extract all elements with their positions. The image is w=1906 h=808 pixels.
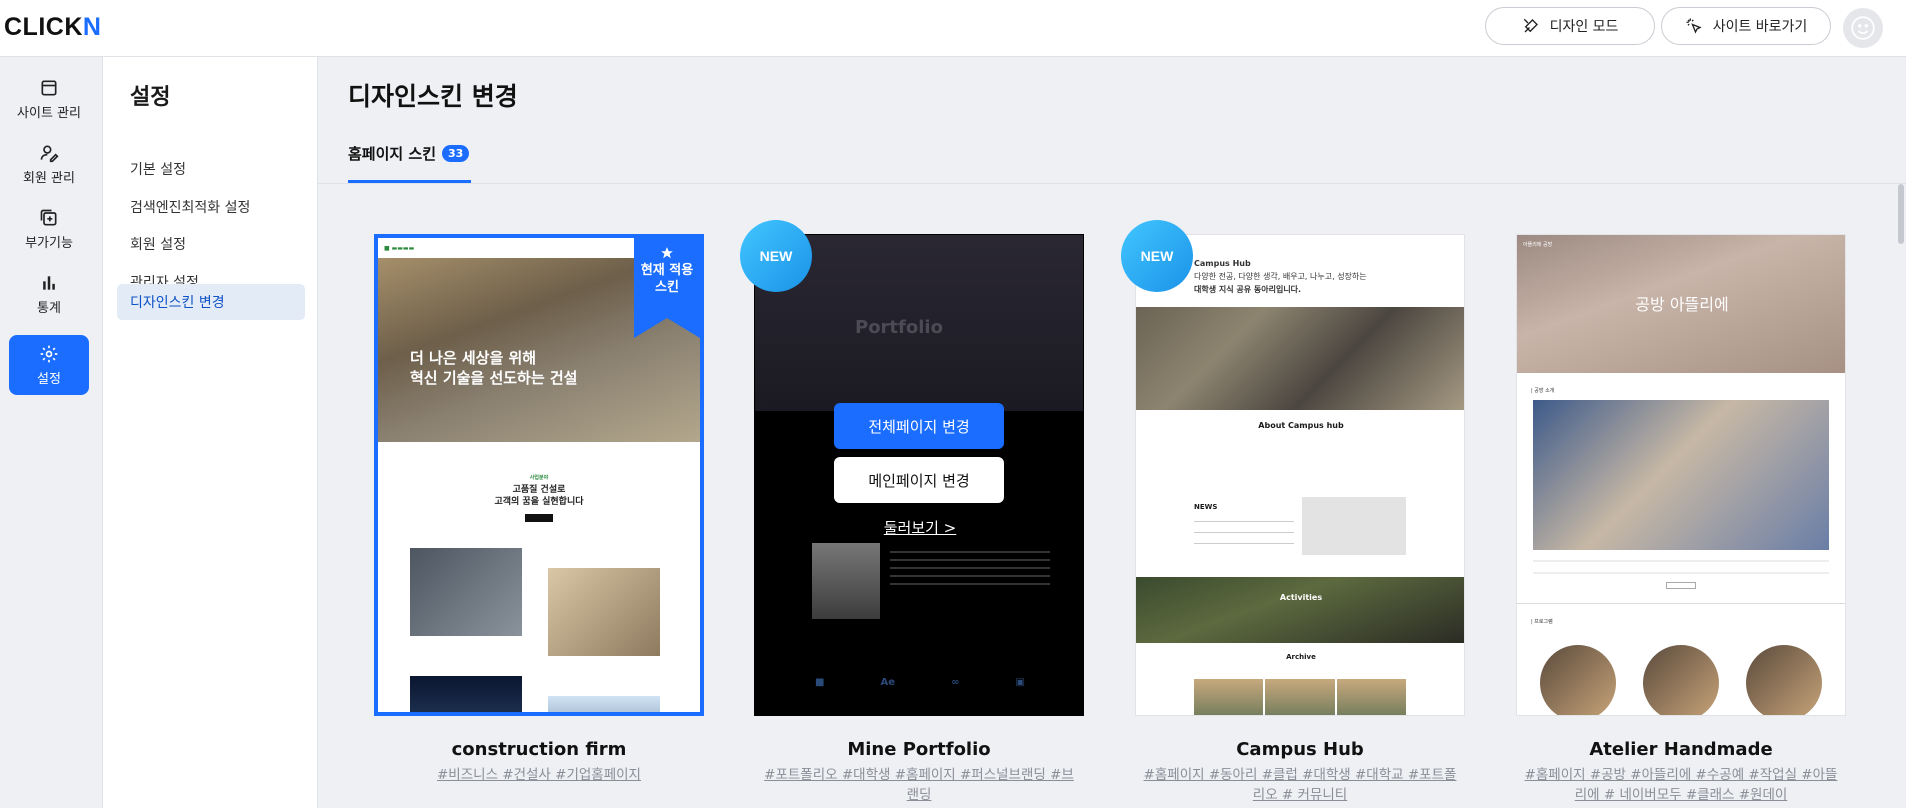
star-icon xyxy=(661,247,673,259)
preview-program-label: | 프로그램 xyxy=(1531,619,1553,625)
rail-item-settings[interactable]: 설정 xyxy=(9,335,89,395)
new-badge: NEW xyxy=(740,220,812,292)
preview-text-lines xyxy=(890,551,1050,591)
skin-card-construction[interactable]: 현재 적용 스킨 ■ ▬▬▬▬ 더 나은 세상을 위해 혁신 기술을 선도하는 … xyxy=(374,234,704,785)
skin-card-campus-hub[interactable]: NEW ◆ ▬▬ ▬ ▬ ▬ ▬ Campus Hub 다양한 전공, 다양한 … xyxy=(1121,220,1465,805)
preview-blueprint-image xyxy=(548,568,660,656)
submenu-item-basic-settings[interactable]: 기본 설정 xyxy=(117,151,305,187)
preview-section-line1: 고품질 건설로 xyxy=(512,485,566,495)
card-title: Campus Hub xyxy=(1236,739,1364,760)
browser-window-icon xyxy=(41,80,57,95)
card-tags[interactable]: #홈페이지 #공방 #아뜰리에 #수공예 #작업실 #아뜰리에 # 네이버모두 … xyxy=(1516,765,1846,805)
new-badge: NEW xyxy=(1121,220,1193,292)
change-main-page-button[interactable]: 메인페이지 변경 xyxy=(834,457,1004,503)
tab-homepage-skin[interactable]: 홈페이지 스킨 33 xyxy=(348,143,472,183)
preview-crafting-photo xyxy=(1533,400,1829,550)
clickn-logo[interactable]: CLICKN xyxy=(4,13,101,42)
preview-brand: Campus Hub xyxy=(1194,259,1251,268)
preview-section-button xyxy=(525,514,553,522)
submenu-item-member-settings[interactable]: 회원 설정 xyxy=(117,226,305,262)
rail-item-label: 설정 xyxy=(37,371,61,387)
preview-intro-line1: 다양한 전공, 다양한 생각, 배우고, 나누고, 성장하는 xyxy=(1194,272,1367,281)
preview-intro-line2: 대학생 지식 공유 동아리입니다. xyxy=(1194,285,1302,294)
preview-group-photo xyxy=(1136,307,1464,410)
preview-browse-link[interactable]: 둘러보기 > xyxy=(755,517,1083,538)
rail-item-label: 사이트 관리 xyxy=(17,105,81,121)
skin-card-atelier[interactable]: 아뜰리에 공방 공방 아뜰리에 | 공방 소개 | 프로그램 Atelier H… xyxy=(1516,234,1846,805)
skin-card-portfolio[interactable]: NEW Portfolio ■ Ae ∞ ▣ 전체페이지 변경 메인페이지 변경 둘러… xyxy=(740,220,1084,805)
skin-preview-campus-hub[interactable]: ◆ ▬▬ ▬ ▬ ▬ ▬ Campus Hub 다양한 전공, 다양한 생각, … xyxy=(1135,234,1465,716)
rail-item-label: 부가기능 xyxy=(25,235,73,251)
vertical-scrollbar[interactable] xyxy=(1898,184,1904,244)
card-tags[interactable]: #비즈니스 #건설사 #기업홈페이지 xyxy=(374,765,704,785)
skin-preview-portfolio[interactable]: Portfolio ■ Ae ∞ ▣ 전체페이지 변경 메인페이지 변경 둘러보기 > xyxy=(754,234,1084,716)
card-title: construction firm xyxy=(451,739,627,760)
card-title: Mine Portfolio xyxy=(847,739,991,760)
submenu-title: 설정 xyxy=(130,85,171,110)
preview-hero-line2: 혁신 기술을 선도하는 건설 xyxy=(410,369,578,387)
preview-building-image xyxy=(548,696,660,712)
left-icon-rail: 사이트 관리 회원 관리 부가기능 통계 설정 xyxy=(0,57,103,808)
preview-person-image xyxy=(812,543,880,619)
preview-more-button xyxy=(1666,582,1696,589)
design-mode-button[interactable]: 디자인 모드 xyxy=(1485,7,1655,45)
preview-hero-line1: 더 나은 세상을 위해 xyxy=(410,349,537,367)
bar-chart-icon xyxy=(43,275,55,290)
smiley-face-icon xyxy=(1851,16,1875,40)
preview-archive-images xyxy=(1194,679,1406,715)
preview-archive-title: Archive xyxy=(1286,653,1316,661)
skin-preview-atelier[interactable]: 아뜰리에 공방 공방 아뜰리에 | 공방 소개 | 프로그램 xyxy=(1516,234,1846,716)
design-mode-label: 디자인 모드 xyxy=(1549,19,1619,35)
preview-video-placeholder xyxy=(1302,497,1406,555)
current-badge-line1: 현재 적용 xyxy=(640,263,694,278)
design-tools-icon xyxy=(1523,18,1538,33)
preview-hero-word: Portfolio xyxy=(855,317,943,338)
page-title: 디자인스킨 변경 xyxy=(348,82,518,111)
plus-square-icon xyxy=(40,209,57,225)
preview-program-images xyxy=(1517,645,1845,715)
tab-divider xyxy=(318,183,1906,184)
cursor-click-icon xyxy=(1686,18,1702,34)
preview-text-lines xyxy=(1533,560,1829,574)
rail-item-label: 통계 xyxy=(37,300,61,316)
settings-submenu: 설정 기본 설정 검색엔진최적화 설정 회원 설정 관리자 설정 디자인스킨 변… xyxy=(103,57,318,808)
tab-count-badge: 33 xyxy=(442,145,470,162)
preview-tool-icons: ■ Ae ∞ ▣ xyxy=(815,677,1025,688)
preview-activities-title: Activities xyxy=(1279,593,1323,602)
user-edit-icon xyxy=(40,145,59,162)
card-tags[interactable]: #포트폴리오 #대학생 #홈페이지 #퍼스널브랜딩 #브랜딩 xyxy=(754,765,1084,805)
tab-label: 홈페이지 스킨 xyxy=(348,145,437,163)
preview-image-grid xyxy=(378,526,700,712)
rail-item-member-manage[interactable]: 회원 관리 xyxy=(9,134,89,194)
site-shortcut-label: 사이트 바로가기 xyxy=(1712,19,1808,35)
preview-activities-banner: Activities xyxy=(1136,577,1464,643)
rail-item-addons[interactable]: 부가기능 xyxy=(9,199,89,259)
top-bar: CLICKN 디자인 모드 사이트 바로가기 xyxy=(0,0,1906,57)
site-shortcut-button[interactable]: 사이트 바로가기 xyxy=(1661,7,1831,45)
gear-icon xyxy=(40,345,58,362)
preview-news-title: NEWS xyxy=(1194,503,1218,511)
skin-preview-construction[interactable]: 현재 적용 스킨 ■ ▬▬▬▬ 더 나은 세상을 위해 혁신 기술을 선도하는 … xyxy=(374,234,704,716)
preview-hero-image: 아뜰리에 공방 공방 아뜰리에 xyxy=(1517,235,1845,373)
user-avatar[interactable] xyxy=(1843,8,1883,48)
submenu-item-design-skin[interactable]: 디자인스킨 변경 xyxy=(117,284,305,320)
card-tags[interactable]: #홈페이지 #동아리 #클럽 #대학생 #대학교 #포트폴리오 # 커뮤니티 xyxy=(1135,765,1465,805)
preview-section-tag: 사업분야 xyxy=(529,475,549,481)
submenu-item-seo-settings[interactable]: 검색엔진최적화 설정 xyxy=(117,189,305,225)
preview-highway-image xyxy=(410,548,522,636)
preview-earth-image xyxy=(410,676,522,712)
rail-item-label: 회원 관리 xyxy=(23,170,75,186)
change-full-page-button[interactable]: 전체페이지 변경 xyxy=(834,403,1004,449)
current-badge-line2: 스킨 xyxy=(655,280,679,295)
preview-section: 사업분야 고품질 건설로 고객의 꿈을 실현합니다 xyxy=(378,442,700,526)
preview-section-line2: 고객의 꿈을 실현합니다 xyxy=(494,497,584,507)
rail-item-site-manage[interactable]: 사이트 관리 xyxy=(9,69,89,129)
rail-item-stats[interactable]: 통계 xyxy=(9,264,89,324)
preview-about-title: About Campus hub xyxy=(1258,421,1344,430)
preview-news-rows xyxy=(1194,521,1294,554)
preview-intro-label: | 공방 소개 xyxy=(1531,388,1555,394)
preview-brand: 아뜰리에 공방 xyxy=(1523,242,1553,248)
preview-hero-title: 공방 아뜰리에 xyxy=(1635,295,1729,314)
card-title: Atelier Handmade xyxy=(1589,739,1773,760)
